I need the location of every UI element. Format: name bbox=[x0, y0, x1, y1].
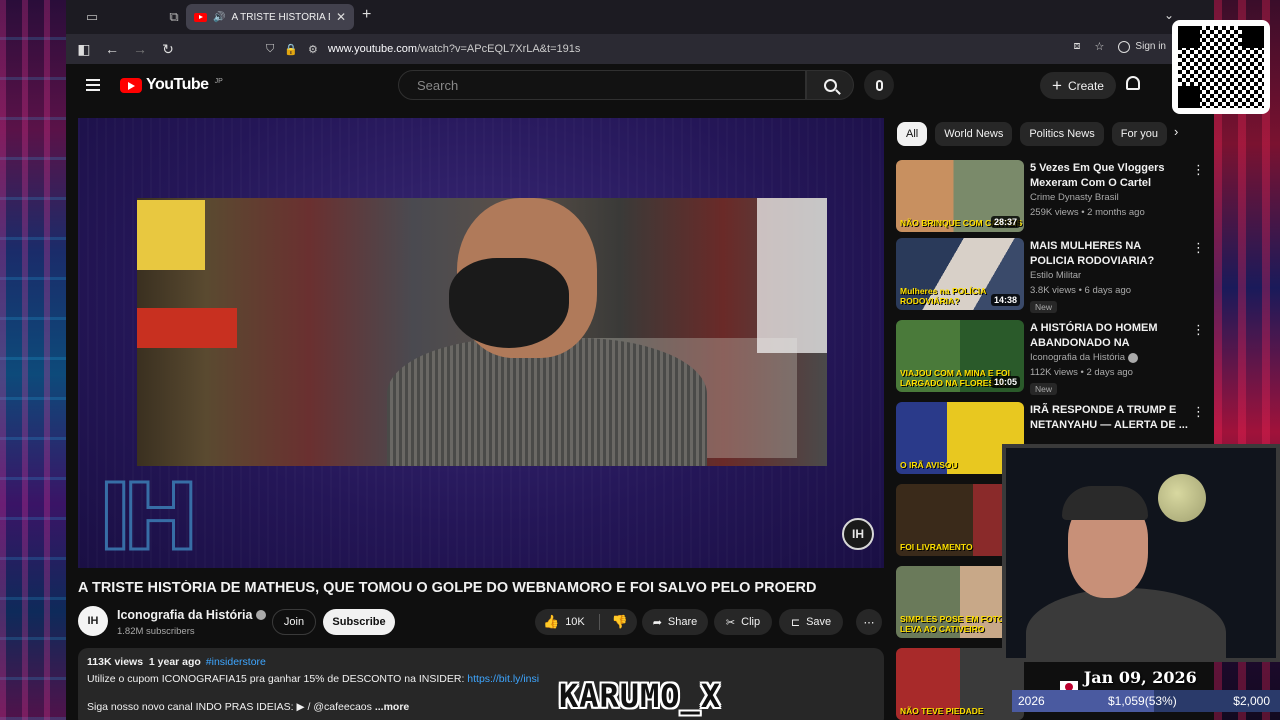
tab-title: A TRISTE HISTÓRIA DE MATHEUS bbox=[231, 11, 329, 23]
nav-right-controls: ⧈ ☆ Sign in bbox=[1074, 40, 1166, 53]
chevron-down-icon[interactable]: ⌄ bbox=[1164, 8, 1174, 22]
youtube-play-icon bbox=[120, 77, 142, 93]
sidebar-toggle-icon[interactable]: ▭ bbox=[76, 5, 108, 29]
share-arrow-icon: ➦ bbox=[652, 616, 662, 629]
scissors-icon: ✂ bbox=[725, 616, 736, 629]
more-vert-icon[interactable]: ⋮ bbox=[1192, 404, 1205, 420]
subscriber-count: 1.82M subscribers bbox=[117, 626, 195, 637]
channel-handle-link[interactable]: ▶ / @cafeecaos bbox=[297, 701, 372, 713]
url-text[interactable]: www.youtube.com/watch?v=APcEQL7XrLA&t=19… bbox=[328, 43, 581, 55]
video-thumbnail[interactable]: NÃO BRINQUE COM CARTÉIS 28:37 bbox=[896, 160, 1024, 232]
bell-icon[interactable] bbox=[1126, 76, 1140, 90]
channel-name[interactable]: Iconografia da História bbox=[117, 608, 267, 622]
channel-badge-icon[interactable]: IH bbox=[842, 518, 874, 550]
rec-channel-verified[interactable]: Iconografia da História bbox=[1030, 352, 1139, 363]
chip-for-you[interactable]: For you bbox=[1111, 122, 1168, 146]
search-box bbox=[398, 70, 806, 100]
youtube-header: YouTube JP +Create bbox=[66, 64, 1214, 108]
active-tab[interactable]: 🔊 A TRISTE HISTÓRIA DE MATHEUS ✕ bbox=[186, 4, 354, 30]
background-left bbox=[0, 0, 66, 720]
mic-icon bbox=[875, 79, 883, 91]
more-vert-icon[interactable]: ⋮ bbox=[1192, 162, 1205, 178]
sign-in-button[interactable]: Sign in bbox=[1118, 40, 1166, 53]
search-button[interactable] bbox=[806, 70, 854, 100]
shield-icon[interactable]: ⛉ bbox=[266, 43, 274, 56]
webcam-overlay bbox=[1002, 444, 1280, 662]
chip-politics-news[interactable]: Politics News bbox=[1020, 122, 1104, 146]
arrow-left-icon[interactable]: ← bbox=[98, 41, 126, 57]
create-button[interactable]: + Create bbox=[1040, 72, 1116, 99]
streamer-name: KARUMO_X bbox=[558, 677, 722, 715]
new-badge: New bbox=[1030, 383, 1058, 395]
video-thumbnail[interactable]: VIAJOU COM A MINA E FOI LARGADO NA FLORE… bbox=[896, 320, 1024, 392]
verified-icon bbox=[256, 610, 267, 620]
clip-button[interactable]: ✂ Clip bbox=[714, 609, 772, 635]
save-button[interactable]: ⊏ Save bbox=[779, 609, 843, 635]
qr-code bbox=[1172, 20, 1270, 114]
close-tab-icon[interactable]: ✕ bbox=[336, 10, 346, 24]
new-badge: New bbox=[1030, 301, 1058, 313]
join-button[interactable]: Join bbox=[272, 609, 316, 635]
description-meta: 113K views 1 year ago #insiderstore bbox=[87, 656, 266, 668]
new-tab-button[interactable]: + bbox=[362, 6, 371, 24]
video-title: A TRISTE HISTÓRIA DE MATHEUS, QUE TOMOU … bbox=[78, 580, 817, 596]
channel-avatar[interactable]: IH bbox=[78, 606, 108, 636]
recommendation-item[interactable]: NÃO BRINQUE COM CARTÉIS 28:37 5 Vezes Em… bbox=[896, 160, 1206, 236]
permissions-icon[interactable]: ⚙ bbox=[308, 43, 318, 56]
tab-strip: ▭ ⧉ 🔊 A TRISTE HISTÓRIA DE MATHEUS ✕ + ⌄ bbox=[66, 0, 1214, 34]
bookmark-icon: ⊏ bbox=[790, 616, 801, 629]
video-thumbnail[interactable]: Mulheres na POLÍCIA RODOVIÁRIA? 14:38 bbox=[896, 238, 1024, 310]
bookmark-star-icon[interactable]: ☆ bbox=[1095, 40, 1105, 53]
more-actions-button[interactable]: ⋯ bbox=[856, 609, 882, 635]
like-button[interactable]: 👍 10K 👎 bbox=[535, 609, 637, 635]
thumbs-up-icon: 👍 bbox=[543, 614, 560, 629]
lock-icon[interactable]: 🔒 bbox=[284, 43, 298, 56]
youtube-favicon-icon bbox=[194, 12, 207, 22]
arrow-right-icon[interactable]: → bbox=[126, 41, 154, 57]
url-bar[interactable]: ⛉ 🔒 ⚙ www.youtube.com/watch?v=APcEQL7XrL… bbox=[266, 37, 966, 61]
youtube-logo[interactable]: YouTube JP bbox=[120, 76, 223, 94]
video-frame bbox=[137, 198, 827, 466]
sidebar-icon[interactable]: ◧ bbox=[70, 41, 98, 58]
show-more-button[interactable]: ...more bbox=[375, 701, 409, 713]
hashtag-link[interactable]: #insiderstore bbox=[206, 656, 266, 668]
verified-icon bbox=[1128, 352, 1139, 363]
voice-search-button[interactable] bbox=[864, 70, 894, 100]
navigation-bar: ◧ ← → ↻ ⛉ 🔒 ⚙ www.youtube.com/watch?v=AP… bbox=[66, 34, 1214, 64]
thumbs-down-icon[interactable]: 👎 bbox=[612, 614, 628, 630]
recommendation-item[interactable]: Mulheres na POLÍCIA RODOVIÁRIA? 14:38 MA… bbox=[896, 238, 1206, 314]
chip-all[interactable]: All bbox=[897, 122, 928, 146]
video-player[interactable]: IH IH bbox=[78, 118, 884, 568]
filter-chips: All World News Politics News For you bbox=[897, 122, 1168, 146]
speaker-icon[interactable]: 🔊 bbox=[213, 12, 225, 23]
menu-icon[interactable] bbox=[86, 79, 100, 91]
donation-goal-bar: 2026 $1,059(53%) $2,000 bbox=[1012, 690, 1280, 712]
description-box[interactable]: 113K views 1 year ago #insiderstore Util… bbox=[78, 648, 884, 720]
chip-world-news[interactable]: World News bbox=[935, 122, 1013, 146]
account-icon bbox=[1118, 40, 1131, 53]
search-input[interactable] bbox=[399, 71, 805, 99]
channel-watermark-logo: IH bbox=[96, 463, 200, 569]
plus-icon: + bbox=[1052, 76, 1062, 95]
more-vert-icon[interactable]: ⋮ bbox=[1192, 240, 1205, 256]
reload-icon[interactable]: ↻ bbox=[154, 41, 182, 58]
recommendation-item[interactable]: VIAJOU COM A MINA E FOI LARGADO NA FLORE… bbox=[896, 320, 1206, 396]
chevron-right-icon[interactable]: › bbox=[1174, 124, 1178, 139]
share-button[interactable]: ➦ Share bbox=[642, 609, 708, 635]
search-icon bbox=[823, 78, 837, 92]
more-vert-icon[interactable]: ⋮ bbox=[1192, 322, 1205, 338]
subscribe-button[interactable]: Subscribe bbox=[323, 609, 395, 635]
picture-in-picture-icon[interactable]: ⧈ bbox=[1074, 40, 1081, 53]
